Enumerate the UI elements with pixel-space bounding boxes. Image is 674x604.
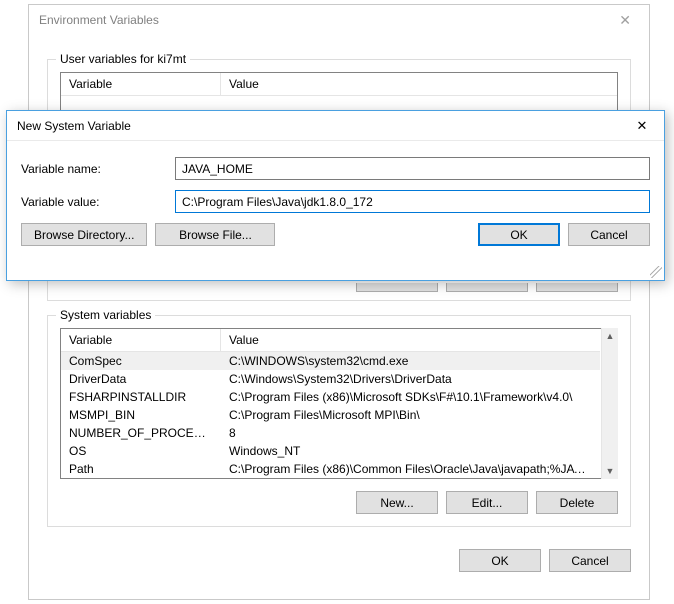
table-row[interactable]: NUMBER_OF_PROCESSORS8: [61, 424, 600, 442]
table-header: Variable Value: [61, 329, 600, 352]
cell-variable: ComSpec: [61, 353, 221, 369]
cell-value: Windows_NT: [221, 443, 600, 459]
variable-value-label: Variable value:: [21, 195, 175, 209]
table-row[interactable]: ComSpecC:\WINDOWS\system32\cmd.exe: [61, 352, 600, 370]
browse-directory-button[interactable]: Browse Directory...: [21, 223, 147, 246]
env-titlebar: Environment Variables ✕: [29, 5, 649, 35]
resize-grip-icon[interactable]: [650, 266, 662, 278]
new-system-variable-dialog: New System Variable ✕ Variable name: Var…: [6, 110, 665, 281]
nsv-close-button[interactable]: ✕: [620, 111, 664, 140]
close-icon[interactable]: ✕: [611, 5, 639, 35]
env-ok-button[interactable]: OK: [459, 549, 541, 572]
cell-value: C:\Program Files (x86)\Microsoft SDKs\F#…: [221, 389, 600, 405]
sys-edit-button[interactable]: Edit...: [446, 491, 528, 514]
browse-file-button[interactable]: Browse File...: [155, 223, 275, 246]
edit-button-partial: [446, 283, 528, 292]
system-variables-group: System variables Variable Value ComSpecC…: [47, 315, 631, 527]
cell-value: 8: [221, 425, 600, 441]
nsv-titlebar[interactable]: New System Variable ✕: [7, 111, 664, 141]
sys-new-button[interactable]: New...: [356, 491, 438, 514]
table-row[interactable]: MSMPI_BINC:\Program Files\Microsoft MPI\…: [61, 406, 600, 424]
environment-variables-window: Environment Variables ✕ User variables f…: [28, 4, 650, 600]
delete-button-partial: [536, 283, 618, 292]
table-header: Variable Value: [61, 73, 617, 96]
variable-value-input[interactable]: [175, 190, 650, 213]
scroll-up-icon[interactable]: ▲: [606, 328, 615, 344]
close-icon: ✕: [637, 118, 648, 134]
variable-name-label: Variable name:: [21, 162, 175, 176]
sys-vars-body: ComSpecC:\WINDOWS\system32\cmd.exeDriver…: [61, 352, 600, 478]
new-button-partial: [356, 283, 438, 292]
col-value[interactable]: Value: [221, 329, 600, 351]
cell-variable: MSMPI_BIN: [61, 407, 221, 423]
vertical-scrollbar[interactable]: ▲ ▼: [601, 328, 618, 479]
sys-delete-button[interactable]: Delete: [536, 491, 618, 514]
env-cancel-button[interactable]: Cancel: [549, 549, 631, 572]
nsv-cancel-button[interactable]: Cancel: [568, 223, 650, 246]
cell-variable: NUMBER_OF_PROCESSORS: [61, 425, 221, 441]
cell-variable: DriverData: [61, 371, 221, 387]
env-window-title: Environment Variables: [39, 13, 159, 27]
cell-variable: OS: [61, 443, 221, 459]
col-value[interactable]: Value: [221, 73, 617, 95]
nsv-title: New System Variable: [17, 119, 131, 133]
user-vars-body: [61, 96, 617, 110]
col-variable[interactable]: Variable: [61, 73, 221, 95]
table-row[interactable]: PathC:\Program Files (x86)\Common Files\…: [61, 460, 600, 478]
user-buttons-partial: [60, 283, 618, 292]
cell-variable: Path: [61, 461, 221, 477]
scroll-down-icon[interactable]: ▼: [606, 463, 615, 479]
table-row[interactable]: DriverDataC:\Windows\System32\Drivers\Dr…: [61, 370, 600, 388]
cell-value: C:\WINDOWS\system32\cmd.exe: [221, 353, 600, 369]
nsv-ok-button[interactable]: OK: [478, 223, 560, 246]
system-variables-table[interactable]: Variable Value ComSpecC:\WINDOWS\system3…: [60, 328, 618, 479]
col-variable[interactable]: Variable: [61, 329, 221, 351]
sys-group-legend: System variables: [56, 308, 155, 322]
cell-variable: FSHARPINSTALLDIR: [61, 389, 221, 405]
cell-value: C:\Program Files\Microsoft MPI\Bin\: [221, 407, 600, 423]
table-row[interactable]: FSHARPINSTALLDIRC:\Program Files (x86)\M…: [61, 388, 600, 406]
cell-value: C:\Windows\System32\Drivers\DriverData: [221, 371, 600, 387]
user-group-legend: User variables for ki7mt: [56, 52, 190, 66]
table-row[interactable]: OSWindows_NT: [61, 442, 600, 460]
variable-name-input[interactable]: [175, 157, 650, 180]
cell-value: C:\Program Files (x86)\Common Files\Orac…: [221, 461, 600, 477]
user-variables-table[interactable]: Variable Value: [60, 72, 618, 111]
